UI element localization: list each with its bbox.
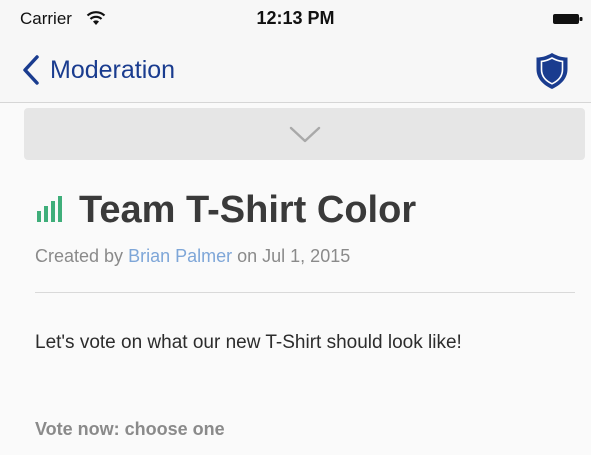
poll-title-row: Team T-Shirt Color xyxy=(35,189,416,232)
author-link[interactable]: Brian Palmer xyxy=(128,246,232,266)
poll-description: Let's vote on what our new T-Shirt shoul… xyxy=(35,332,462,353)
battery-icon xyxy=(553,14,583,24)
shield-icon[interactable] xyxy=(535,52,569,90)
chevron-left-icon xyxy=(23,55,39,85)
created-prefix: Created by xyxy=(35,246,124,266)
poll-content: Team T-Shirt Color Created by Brian Palm… xyxy=(0,103,591,455)
moderation-poll-screen: Carrier 12:13 PM Moderation Team T-Shirt… xyxy=(0,0,591,455)
created-date: on Jul 1, 2015 xyxy=(237,246,351,266)
back-button-label: Moderation xyxy=(50,55,176,84)
navigation-bar: Moderation xyxy=(0,40,591,103)
poll-title: Team T-Shirt Color xyxy=(79,189,417,231)
divider xyxy=(35,292,575,293)
collapse-toggle[interactable] xyxy=(24,108,585,160)
chevron-down-icon xyxy=(289,126,320,143)
status-time: 12:13 PM xyxy=(256,8,335,28)
back-button[interactable]: Moderation xyxy=(22,52,175,88)
created-by-line: Created by Brian Palmer on Jul 1, 2015 xyxy=(35,246,350,267)
vote-prompt: Vote now: choose one xyxy=(35,419,225,439)
status-bar: Carrier 12:13 PM xyxy=(0,0,591,40)
signal-bars-icon xyxy=(37,195,62,222)
